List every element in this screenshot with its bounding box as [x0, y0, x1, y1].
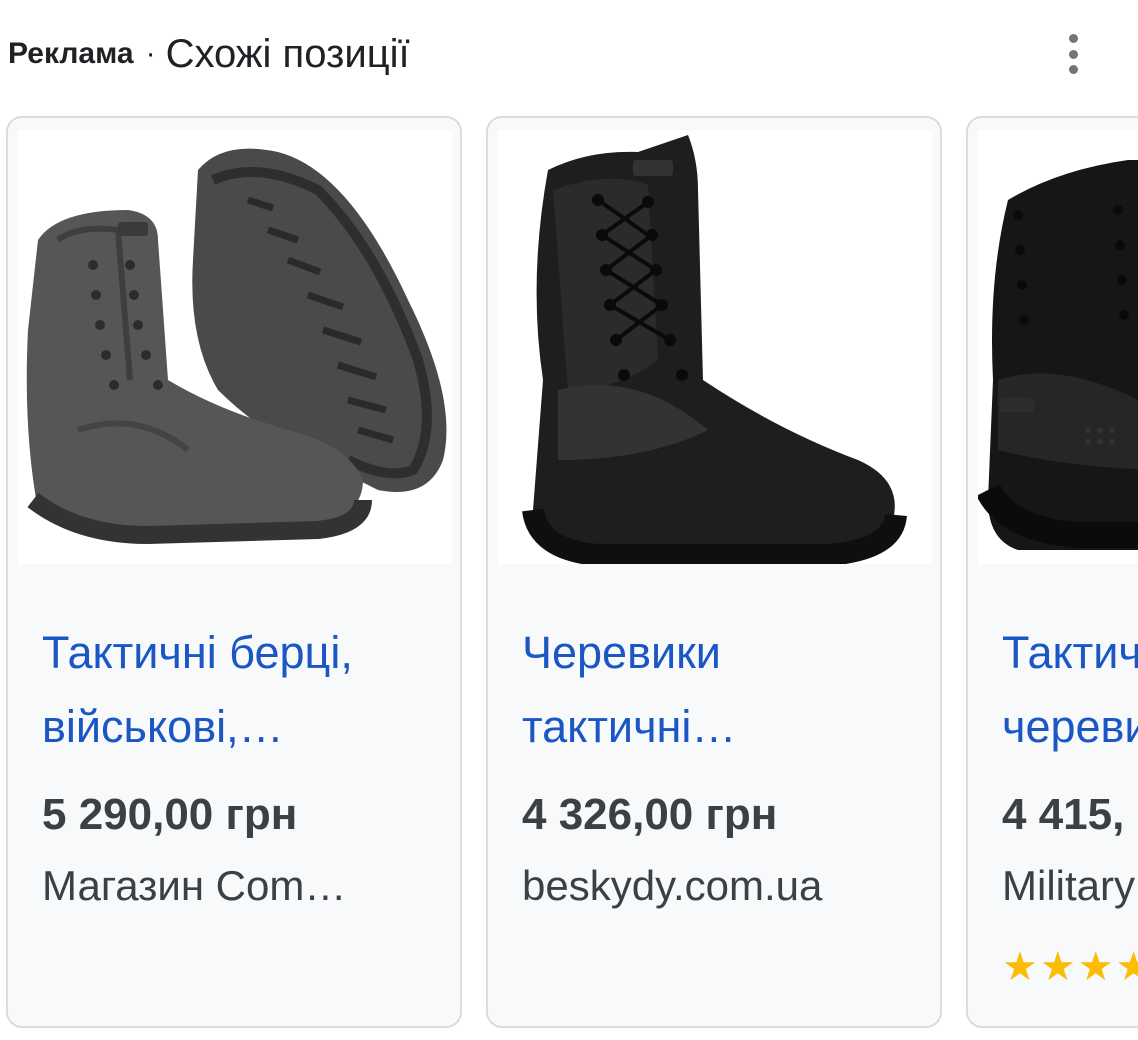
product-store: Магазин Com… [42, 862, 347, 909]
product-carousel[interactable]: Тактичні берці, військові,… 5 290,00 грн… [0, 114, 1138, 1034]
product-price: 5 290,00 грн [42, 790, 298, 839]
ad-header: Реклама · Схожі позиції [8, 22, 1128, 86]
product-card[interactable]: Тактичні берці, військові,… 5 290,00 грн… [6, 116, 462, 1028]
product-image[interactable] [498, 130, 932, 564]
header-separator: · [145, 37, 156, 70]
product-image[interactable] [18, 130, 452, 564]
product-price: 4 326,00 грн [522, 790, 778, 839]
rating-stars: ★★★★ [1002, 945, 1138, 989]
product-title-link[interactable]: Тактичні черевики [1002, 616, 1138, 764]
product-title-link[interactable]: Черевики тактичні… [522, 616, 922, 764]
section-title: Схожі позиції [165, 31, 410, 76]
product-store: Military [1002, 862, 1135, 909]
more-vertical-icon[interactable] [1058, 32, 1088, 76]
product-title-link[interactable]: Тактичні берці, військові,… [42, 616, 442, 764]
product-image[interactable] [978, 130, 1138, 564]
product-card[interactable]: Тактичні черевики 4 415, Military ★★★★ [966, 116, 1138, 1028]
ad-label: Реклама [8, 37, 134, 70]
product-card[interactable]: Черевики тактичні… 4 326,00 грн beskydy.… [486, 116, 942, 1028]
product-price: 4 415, [1002, 790, 1125, 839]
product-store: beskydy.com.ua [522, 862, 823, 909]
